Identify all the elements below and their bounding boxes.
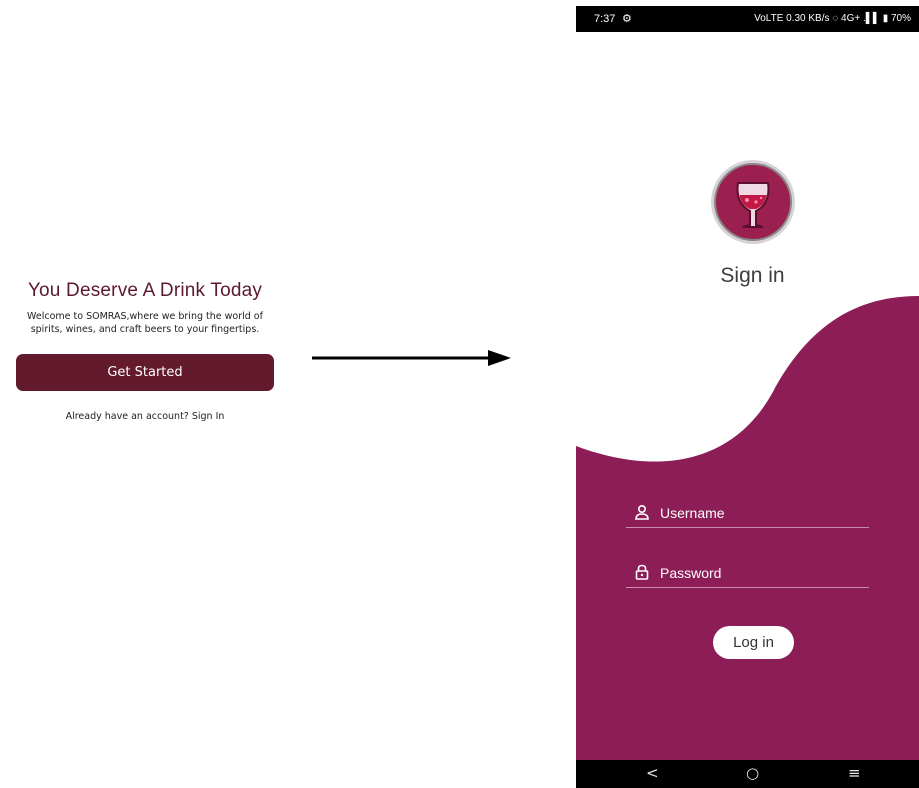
get-started-button[interactable]: Get Started xyxy=(16,354,274,391)
signin-title: Sign in xyxy=(720,264,785,287)
app-notification-icon: ⚙ xyxy=(622,13,632,25)
status-time: 7:37 xyxy=(594,13,616,25)
signin-hint-link[interactable]: Already have an account? Sign In xyxy=(0,411,290,422)
login-button[interactable]: Log in xyxy=(713,626,794,659)
lock-icon xyxy=(635,564,649,580)
welcome-description: Welcome to SOMRAS,where we bring the wor… xyxy=(27,311,263,335)
username-placeholder: Username xyxy=(660,505,725,521)
menu-icon[interactable]: ≡ xyxy=(848,764,861,782)
arrow-icon xyxy=(312,350,511,366)
status-indicators: VoLTE 0.30 KB/s ◌ 4G+ .▌▌ ▮ 70% xyxy=(754,13,911,24)
home-icon[interactable]: ○ xyxy=(746,764,759,782)
password-field[interactable]: Password xyxy=(626,562,869,588)
password-placeholder: Password xyxy=(660,565,722,581)
back-icon[interactable]: < xyxy=(646,764,659,782)
wine-glass-logo-icon xyxy=(714,163,792,241)
phone-screen: 7:37 ⚙ VoLTE 0.30 KB/s ◌ 4G+ .▌▌ ▮ 70% S… xyxy=(576,6,919,788)
welcome-section: You Deserve A Drink Today Welcome to SOM… xyxy=(0,280,290,422)
user-icon xyxy=(635,504,649,520)
welcome-title: You Deserve A Drink Today xyxy=(27,280,263,301)
username-field[interactable]: Username xyxy=(626,502,869,528)
navigation-bar: < ○ ≡ xyxy=(576,760,919,788)
status-bar: 7:37 ⚙ VoLTE 0.30 KB/s ◌ 4G+ .▌▌ ▮ 70% xyxy=(576,6,919,32)
